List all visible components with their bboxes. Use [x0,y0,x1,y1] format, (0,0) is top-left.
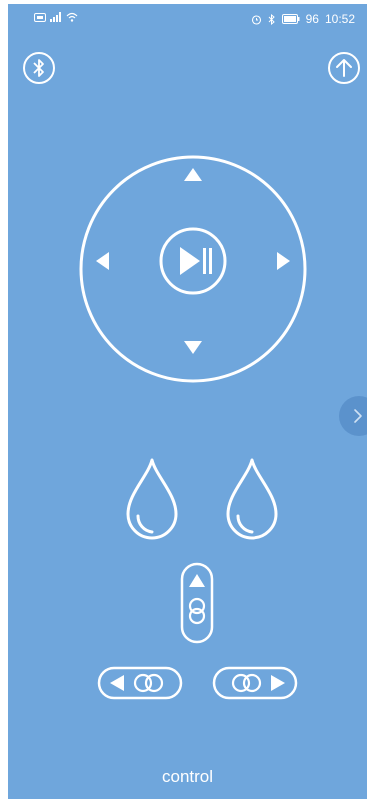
upload-button[interactable] [327,51,361,85]
bluetooth-small-icon [268,13,275,25]
play-pause-button[interactable] [159,227,227,295]
wifi-icon [66,12,78,22]
vertical-link-icon [180,562,214,644]
remote-screen: 96 10:52 control [8,4,367,799]
sim-icon [34,12,46,22]
battery-icon [281,14,300,24]
left-link-control[interactable] [97,666,183,700]
pause-bar-1 [203,248,206,274]
side-drawer-tab[interactable] [339,396,367,436]
status-bar: 96 10:52 [8,4,367,34]
status-time: 10:52 [324,12,355,26]
water-drop-left-button[interactable] [118,456,186,546]
bluetooth-icon [23,52,55,84]
water-drop-icon [226,458,278,540]
status-right: 96 10:52 [251,12,355,26]
down-arrow-icon[interactable] [184,341,202,354]
pause-bar-2 [209,248,212,274]
right-arrow-icon [271,675,285,691]
direction-pad [78,154,308,384]
left-arrow-icon [110,675,124,691]
vertical-link-control[interactable] [180,562,214,644]
water-drop-right-button[interactable] [218,456,286,546]
chevron-right-icon [354,409,362,423]
left-arrow-icon[interactable] [96,252,109,270]
direction-pad-graphic [79,155,307,383]
water-drop-icon [126,458,178,540]
left-link-icon [97,666,183,700]
alarm-icon [251,14,261,25]
right-arrow-icon[interactable] [277,252,290,270]
signal-icon [50,12,61,22]
right-link-icon [212,666,298,700]
upload-arrow-icon [328,52,360,84]
play-pause-icon [180,247,200,275]
status-left [34,12,78,22]
bluetooth-button[interactable] [22,51,56,85]
battery-level: 96 [305,12,319,26]
up-arrow-icon[interactable] [184,168,202,181]
up-arrow-icon [189,574,205,587]
footer-label: control [161,767,214,786]
right-link-control[interactable] [212,666,298,700]
